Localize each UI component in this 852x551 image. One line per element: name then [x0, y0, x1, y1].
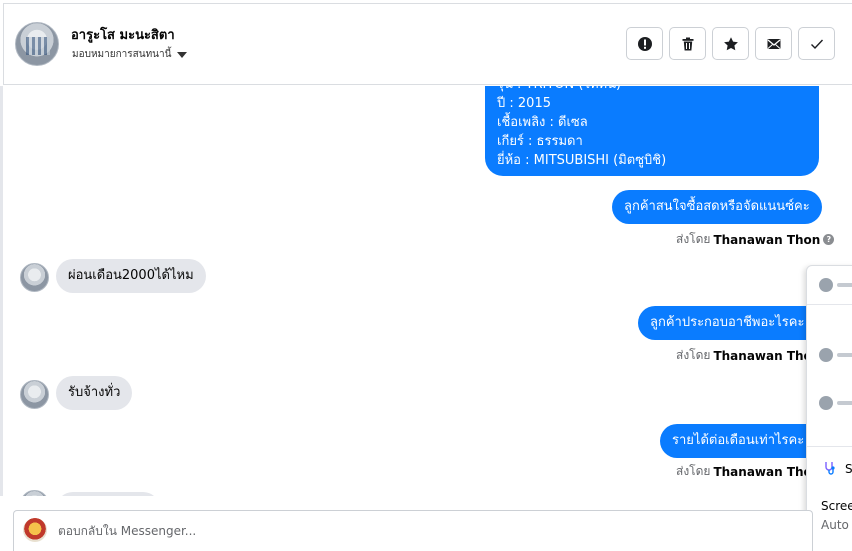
message-text: รับจ้างทั่ว — [68, 385, 121, 400]
help-icon[interactable]: ? — [823, 234, 835, 245]
panel-divider — [0, 86, 3, 496]
popup-avatar — [819, 396, 833, 410]
popup-item[interactable] — [819, 278, 852, 292]
car-brand-line: ยี่ห้อ : MITSUBISHI (มิตซูบิชิ) — [497, 153, 667, 168]
popup-item[interactable] — [819, 348, 852, 362]
check-icon — [810, 39, 823, 49]
report-button[interactable] — [626, 27, 663, 60]
message-text: ผ่อนเดือน2000ได้ไหม — [68, 268, 194, 283]
sent-by-prefix: ส่งโดย — [676, 232, 711, 246]
popup-divider — [807, 446, 852, 447]
sent-by-name: Thanawan Thon — [713, 348, 821, 363]
message-text: รายได้ต่อเดือนเท่าไรคะ — [672, 433, 805, 448]
conversation-header: อารูะโส มะนะสิตา มอบหมายการสนทนานี้ — [3, 3, 852, 85]
car-fuel-line: เชื้อเพลิง : ดีเซล — [497, 115, 588, 130]
sent-by-prefix: ส่งโดย — [676, 464, 711, 478]
sent-by-name: Thanawan Thon — [713, 464, 821, 479]
header-actions — [626, 27, 835, 60]
message-list[interactable]: รุ่น : TRITON (ไททัน) ปี : 2015 เชื้อเพล… — [0, 86, 852, 496]
auto-label: Auto — [821, 518, 849, 532]
delete-button[interactable] — [669, 27, 706, 60]
popup-item[interactable] — [819, 396, 852, 410]
popup-divider — [807, 304, 852, 305]
caret-down-icon — [177, 51, 188, 58]
car-gear-line: เกียร์ : ธรรมดา — [497, 134, 583, 149]
reply-composer — [13, 510, 813, 551]
star-button[interactable] — [712, 27, 749, 60]
contact-avatar[interactable] — [15, 22, 59, 66]
contact-name[interactable]: อารูะโส มะนะสิตา — [71, 24, 175, 45]
envelope-icon — [767, 38, 780, 49]
reply-input[interactable] — [58, 519, 758, 543]
sent-by-prefix: ส่งโดย — [676, 348, 711, 362]
sent-by-label: ส่งโดย Thanawan Thon — [676, 346, 820, 365]
message-text: ลูกค้าประกอบอาชีพอะไรคะ — [650, 315, 805, 330]
trash-icon — [682, 37, 693, 50]
alert-circle-icon — [637, 36, 652, 51]
stethoscope-icon — [825, 462, 835, 475]
message-bubble-incoming[interactable] — [56, 492, 160, 496]
assign-label: มอบหมายการสนทนานี้ — [72, 49, 172, 60]
sent-by-name: Thanawan Thon — [713, 232, 821, 247]
messenger-conversation-view: อารูะโส มะนะสิตา มอบหมายการสนทนานี้ ปี:… — [0, 0, 852, 551]
popup-avatar — [819, 278, 833, 292]
contact-avatar-small — [20, 490, 49, 496]
message-bubble-incoming[interactable]: ผ่อนเดือน2000ได้ไหม — [56, 259, 206, 293]
popup-item-label: S — [845, 462, 852, 476]
popup-item-text — [837, 283, 852, 287]
mark-done-button[interactable] — [798, 27, 835, 60]
mark-unread-button[interactable] — [755, 27, 792, 60]
popup-item-text — [837, 401, 852, 405]
message-bubble-incoming[interactable]: รับจ้างทั่ว — [56, 376, 133, 410]
message-bubble-outgoing[interactable]: ลูกค้าสนใจซื้อสดหรือจัดแนนซ์คะ — [612, 190, 822, 224]
side-popup-panel[interactable]: S Scree Auto — [806, 265, 852, 551]
sent-by-label: ส่งโดย Thanawan Thon — [676, 462, 820, 481]
message-text: ลูกค้าสนใจซื้อสดหรือจัดแนนซ์คะ — [624, 199, 810, 214]
sent-by-label: ส่งโดย Thanawan Thon ? — [676, 230, 835, 249]
contact-avatar-small — [20, 380, 49, 409]
screen-label: Scree — [821, 499, 852, 513]
assign-conversation-dropdown[interactable]: มอบหมายการสนทนานี้ — [72, 47, 188, 62]
car-year-line: ปี : 2015 — [497, 96, 551, 111]
message-bubble-car-details[interactable]: รุ่น : TRITON (ไททัน) ปี : 2015 เชื้อเพล… — [485, 86, 819, 176]
page-avatar — [23, 518, 47, 542]
popup-avatar — [819, 348, 833, 362]
star-icon — [723, 36, 738, 50]
car-model-line: รุ่น : TRITON (ไททัน) — [497, 86, 807, 94]
contact-avatar-small — [20, 263, 49, 292]
popup-item-text — [837, 353, 852, 357]
